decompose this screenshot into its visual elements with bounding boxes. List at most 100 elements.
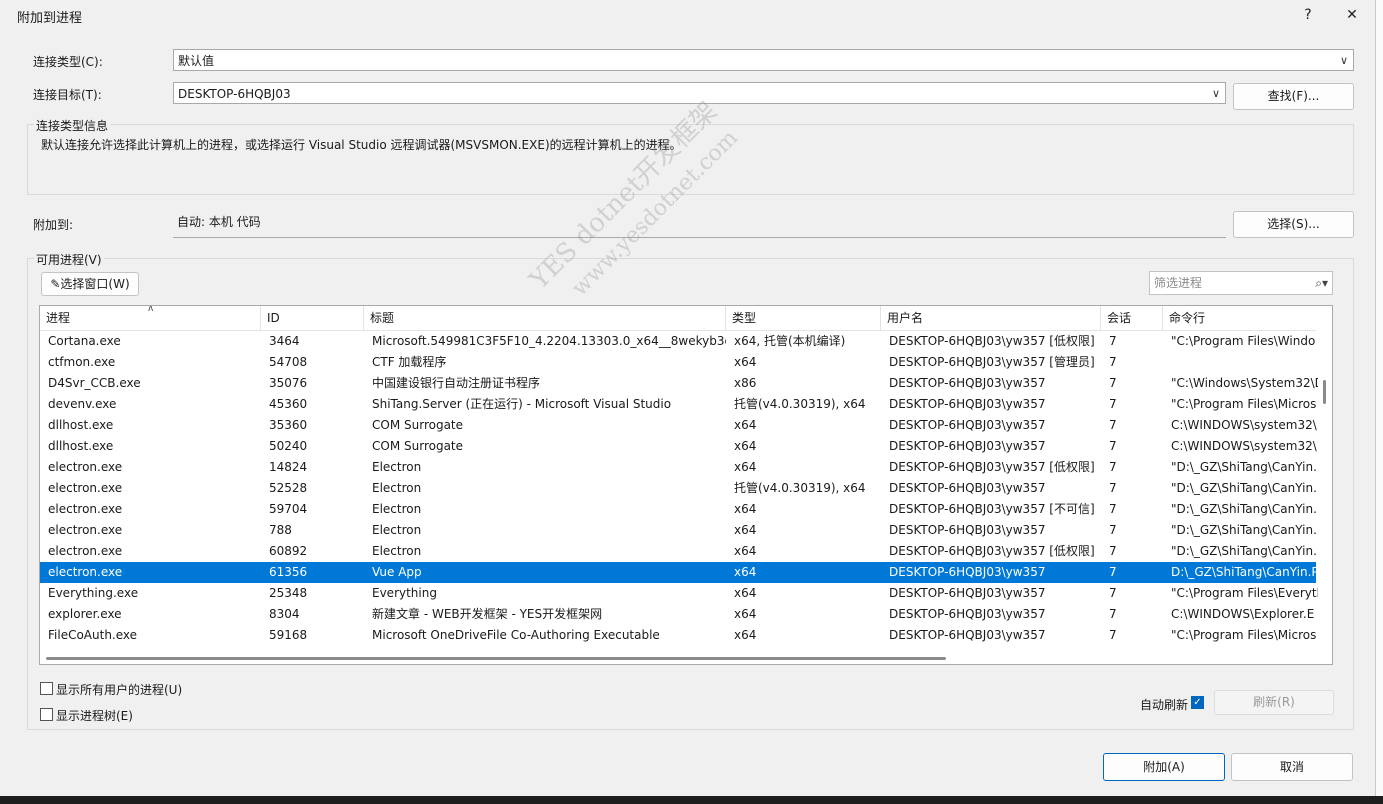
col-title[interactable]: 标题: [364, 306, 726, 330]
table-row[interactable]: devenv.exe 45360 ShiTang.Server (正在运行) - M…: [40, 394, 1316, 415]
close-button[interactable]: ✕: [1332, 3, 1372, 27]
cell-id: 788: [269, 523, 292, 537]
process-table[interactable]: 进程 ∧ ID 标题 类型 用户名 会话 命令行 Cortana.exe 3464…: [39, 305, 1333, 665]
cell-username: DESKTOP-6HQBJ03\yw357 [不可信]: [889, 502, 1095, 516]
cell-type: 托管(v4.0.30319), x64: [734, 397, 866, 411]
cell-title: COM Surrogate: [372, 418, 464, 432]
connection-target-combo[interactable]: DESKTOP-6HQBJ03 ∨: [173, 82, 1226, 104]
table-row[interactable]: electron.exe 60892 Electron x64 DESKTOP-6HQB…: [40, 541, 1323, 562]
table-row[interactable]: electron.exe 788 Electron x64 DESKTOP-6HQBJ0…: [40, 520, 1323, 541]
cell-session: 7: [1109, 460, 1117, 474]
cell-id: 50240: [269, 439, 308, 453]
col-type[interactable]: 类型: [726, 306, 881, 330]
auto-refresh-checkbox[interactable]: ✓: [1191, 696, 1204, 709]
select-window-button[interactable]: ✎选择窗口(W): [41, 272, 139, 296]
cell-process: dllhost.exe: [48, 418, 114, 432]
background-taskbar-edge: [0, 796, 1383, 804]
cell-type: x64, 托管(本机编译): [734, 334, 846, 348]
filter-process-input[interactable]: 筛选进程 ⌕▾: [1149, 271, 1333, 295]
show-all-users-checkbox[interactable]: [40, 682, 53, 695]
cell-type: x64: [734, 502, 757, 516]
cell-title: Vue App: [372, 565, 422, 579]
cell-id: 59168: [269, 628, 308, 642]
table-row[interactable]: electron.exe 61356 Vue App x64 DESKTOP-6HQBJ…: [40, 562, 1323, 583]
cell-type: 托管(v4.0.30319), x64: [734, 481, 866, 495]
vertical-scrollbar[interactable]: [1318, 306, 1332, 646]
cell-id: 52528: [269, 481, 308, 495]
cell-session: 7: [1109, 334, 1117, 348]
table-row[interactable]: D4Svr_CCB.exe 35076 中国建设银行自动注册证书程序 x86 DESKT…: [40, 373, 1323, 394]
cell-process: ctfmon.exe: [48, 355, 116, 369]
col-command-line[interactable]: 命令行: [1163, 306, 1323, 330]
table-row[interactable]: electron.exe 59704 Electron x64 DESKTOP-6HQB…: [40, 499, 1323, 520]
cell-username: DESKTOP-6HQBJ03\yw357: [889, 523, 1046, 537]
horizontal-scroll-thumb[interactable]: [46, 657, 946, 660]
cell-username: DESKTOP-6HQBJ03\yw357: [889, 397, 1046, 411]
cell-session: 7: [1109, 355, 1117, 369]
refresh-button[interactable]: 刷新(R): [1214, 690, 1334, 715]
help-button[interactable]: ?: [1288, 3, 1328, 27]
table-row[interactable]: dllhost.exe 35360 COM Surrogate x64 DESKTOP-…: [40, 415, 1317, 436]
col-username[interactable]: 用户名: [881, 306, 1101, 330]
connection-target-label: 连接目标(T):: [33, 88, 102, 102]
cell-process: Everything.exe: [48, 586, 139, 600]
show-process-tree-checkbox[interactable]: [40, 708, 53, 721]
cell-session: 7: [1109, 565, 1117, 579]
cell-session: 7: [1109, 439, 1117, 453]
cell-process: dllhost.exe: [48, 439, 114, 453]
search-icon: ⌕▾: [1315, 276, 1328, 290]
cell-title: Electron: [372, 523, 422, 537]
cell-title: Electron: [372, 544, 422, 558]
table-row[interactable]: Everything.exe 25348 Everything x64 DESKTOP-…: [40, 583, 1323, 604]
cell-id: 61356: [269, 565, 308, 579]
col-id[interactable]: ID: [261, 306, 364, 330]
table-row[interactable]: ctfmon.exe 54708 CTF 加载程序 x64 DESKTOP-6HQBJ0…: [40, 352, 1316, 373]
vertical-scroll-thumb[interactable]: [1323, 380, 1326, 404]
cell-command-line: C:\WINDOWS\system32\: [1171, 418, 1317, 432]
cell-type: x64: [734, 355, 757, 369]
table-row[interactable]: explorer.exe 8304 新建文章 - WEB开发框架 - YES开发框架…: [40, 604, 1316, 625]
table-row[interactable]: dllhost.exe 50240 COM Surrogate x64 DESKTOP-…: [40, 436, 1317, 457]
cell-id: 60892: [269, 544, 308, 558]
select-code-type-button[interactable]: 选择(S)...: [1233, 211, 1354, 238]
cell-id: 45360: [269, 397, 308, 411]
cell-command-line: [1163, 352, 1323, 373]
cell-type: x64: [734, 607, 757, 621]
table-row[interactable]: Cortana.exe 3464 Microsoft.549981C3F5F10_4…: [40, 331, 1316, 352]
auto-refresh-label[interactable]: 自动刷新: [1140, 696, 1188, 713]
filter-placeholder: 筛选进程: [1154, 276, 1203, 290]
horizontal-scrollbar[interactable]: [40, 651, 1318, 664]
cell-username: DESKTOP-6HQBJ03\yw357: [889, 628, 1046, 642]
connection-info-text: 默认连接允许选择此计算机上的进程，或选择运行 Visual Studio 远程调…: [41, 138, 682, 152]
sort-up-icon: ∧: [147, 305, 155, 314]
cell-session: 7: [1109, 607, 1117, 621]
cell-command-line: "C:\Program Files\Everyth: [1171, 586, 1323, 600]
cell-session: 7: [1109, 481, 1117, 495]
show-all-users-label[interactable]: 显示所有用户的进程(U): [56, 681, 182, 698]
table-row[interactable]: electron.exe 52528 Electron 托管(v4.0.30319),…: [40, 478, 1323, 499]
cell-process: electron.exe: [48, 544, 123, 558]
cell-type: x64: [734, 439, 757, 453]
cancel-button[interactable]: 取消: [1231, 753, 1353, 781]
cell-username: DESKTOP-6HQBJ03\yw357 [管理员]: [889, 355, 1095, 369]
cell-username: DESKTOP-6HQBJ03\yw357 [低权限]: [889, 544, 1095, 558]
cell-type: x64: [734, 628, 757, 642]
find-button[interactable]: 查找(F)...: [1233, 83, 1354, 110]
show-process-tree-label[interactable]: 显示进程树(E): [56, 707, 133, 724]
cell-command-line: "C:\Program Files\Micros: [1171, 628, 1317, 642]
title-bar: 附加到进程 ? ✕: [0, 0, 1375, 30]
table-row[interactable]: FileCoAuth.exe 59168 Microsoft OneDriveFil…: [40, 625, 1316, 646]
cell-command-line: C:\WINDOWS\system32\: [1171, 439, 1317, 453]
connection-type-value: 默认值: [178, 54, 215, 68]
window-title: 附加到进程: [17, 11, 83, 26]
cell-title: COM Surrogate: [372, 439, 464, 453]
table-row[interactable]: electron.exe 14824 Electron x64 DESKTOP-6HQB…: [40, 457, 1323, 478]
table-header: 进程 ∧ ID 标题 类型 用户名 会话 命令行: [40, 306, 1316, 331]
attach-button[interactable]: 附加(A): [1103, 753, 1225, 781]
cell-process: electron.exe: [48, 460, 123, 474]
cell-title: 新建文章 - WEB开发框架 - YES开发框架网: [372, 607, 603, 621]
col-session[interactable]: 会话: [1101, 306, 1163, 330]
cell-process: electron.exe: [48, 502, 123, 516]
connection-type-select[interactable]: 默认值 ∨: [173, 49, 1354, 71]
cell-id: 54708: [269, 355, 308, 369]
